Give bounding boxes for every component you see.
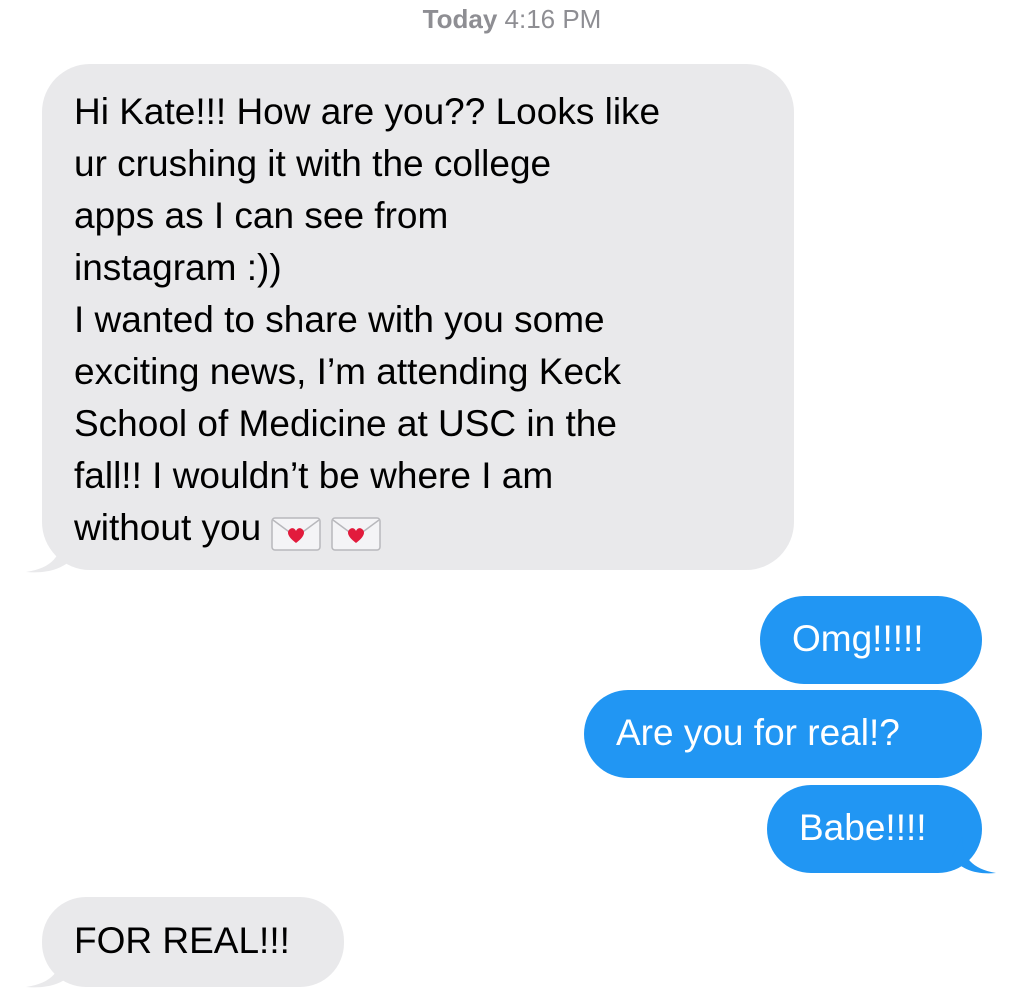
incoming-message-bubble[interactable]: Hi Kate!!! How are you?? Looks like ur c… xyxy=(26,64,794,573)
timestamp-day: Today xyxy=(422,4,498,34)
message-text: FOR REAL!!! xyxy=(74,920,290,961)
thread-timestamp: Today 4:16 PM xyxy=(0,4,1024,35)
message-text: Are you for real!? xyxy=(616,712,900,753)
timestamp-time: 4:16 PM xyxy=(504,4,602,34)
outgoing-message-bubble[interactable]: Are you for real!? xyxy=(584,690,982,778)
message-text: Babe!!!! xyxy=(799,807,927,848)
bubble-tail xyxy=(26,534,74,573)
outgoing-message-bubble[interactable]: Omg!!!!! xyxy=(760,596,982,684)
bubble-tail xyxy=(26,949,74,988)
outgoing-message-bubble[interactable]: Babe!!!! xyxy=(767,785,996,874)
message-text: Omg!!!!! xyxy=(792,618,924,659)
love-letter-icon xyxy=(271,513,321,551)
love-letter-icon xyxy=(331,513,381,551)
bubble-tail xyxy=(952,837,996,874)
message-text: Hi Kate!!! How are you?? Looks like ur c… xyxy=(74,91,661,548)
message-thread: Today 4:16 PM Hi Kate!!! How are you?? L… xyxy=(0,0,1024,995)
incoming-message-bubble[interactable]: FOR REAL!!! xyxy=(26,897,344,988)
